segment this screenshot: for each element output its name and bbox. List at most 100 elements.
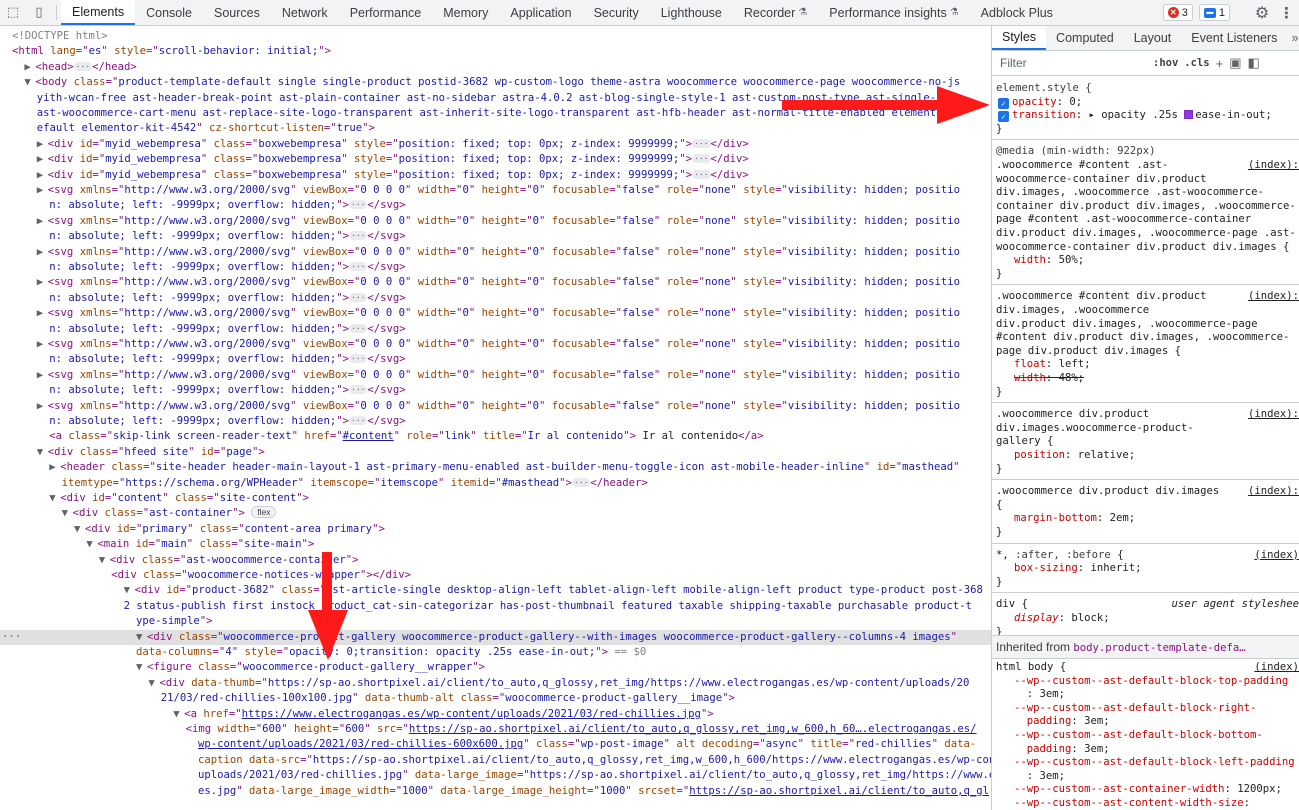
dom-node-line[interactable]: itemtype="https://schema.org/WPHeader" i… xyxy=(0,476,991,491)
css-declaration[interactable]: width: 50%; xyxy=(996,254,1299,267)
paint-brush-icon[interactable]: ▣ xyxy=(1226,55,1244,71)
dom-node-line[interactable]: ▶ <svg xmlns="http://www.w3.org/2000/svg"… xyxy=(0,214,991,229)
node-actions-dots[interactable]: ··· xyxy=(2,630,21,645)
toggle-sidebar-icon[interactable]: ◧ xyxy=(1244,55,1262,71)
css-declaration[interactable]: --wp--custom--ast-default-block-left-pad… xyxy=(996,756,1299,769)
more-tabs-chevron-icon[interactable]: » xyxy=(1287,26,1299,50)
tab-performance[interactable]: Performance xyxy=(339,0,433,25)
expand-triangle-icon[interactable]: ▶ xyxy=(37,168,48,183)
collapsed-ellipsis[interactable]: ··· xyxy=(73,61,93,71)
dom-node-line[interactable]: ▼ <div id="product-3682" class="ast-artic… xyxy=(0,583,991,598)
collapsed-ellipsis[interactable]: ··· xyxy=(348,416,368,425)
expand-triangle-icon[interactable]: ▼ xyxy=(24,75,35,90)
expand-triangle-icon[interactable]: ▼ xyxy=(173,707,184,722)
settings-gear-icon[interactable]: ⚙ xyxy=(1251,3,1273,22)
expand-triangle-icon[interactable]: ▶ xyxy=(37,306,48,321)
source-link[interactable]: (index) xyxy=(1252,661,1299,674)
source-link[interactable]: (index): xyxy=(1245,408,1299,422)
messages-badge[interactable]: ▬ 1 xyxy=(1198,4,1230,21)
collapsed-ellipsis[interactable]: ··· xyxy=(348,200,368,210)
dom-node-line[interactable]: n: absolute; left: -9999px; overflow: hi… xyxy=(0,352,991,367)
dom-node-line[interactable]: <a class="skip-link screen-reader-text" … xyxy=(0,429,991,444)
css-declaration[interactable]: --wp--custom--ast-default-block-top-padd… xyxy=(996,675,1299,688)
tab-memory[interactable]: Memory xyxy=(432,0,499,25)
collapsed-ellipsis[interactable]: ··· xyxy=(348,323,368,333)
css-declaration[interactable]: --wp--custom--ast-container-width: 1200p… xyxy=(996,783,1299,796)
dom-node-line[interactable]: <img width="600" height="600" src="https… xyxy=(0,722,991,737)
expand-triangle-icon[interactable]: ▶ xyxy=(37,337,48,352)
dom-node-line[interactable]: ▶ <head> ··· </head> xyxy=(0,60,991,75)
expand-triangle-icon[interactable]: ▶ xyxy=(37,245,48,260)
dom-node-line[interactable]: ▶ <div id="myid_webempresa" class="boxweb… xyxy=(0,137,991,152)
dom-node-line[interactable]: ▼ <main id="main" class="site-main"> xyxy=(0,537,991,552)
dom-node-line[interactable]: n: absolute; left: -9999px; overflow: hi… xyxy=(0,414,991,429)
dom-node-line[interactable]: ▶ <svg xmlns="http://www.w3.org/2000/svg"… xyxy=(0,183,991,198)
source-link[interactable]: (index): xyxy=(1245,485,1299,499)
expand-triangle-icon[interactable]: ▼ xyxy=(49,491,60,506)
dom-node-line[interactable]: <div class="woocommerce-notices-wrapper"… xyxy=(0,568,991,583)
css-declaration[interactable]: : 3em; xyxy=(996,688,1299,701)
dom-node-line[interactable]: ▼ <div class="hfeed site" id="page"> xyxy=(0,445,991,460)
dom-node-line[interactable]: <html lang="es" style="scroll-behavior: … xyxy=(0,44,991,59)
expand-triangle-icon[interactable]: ▼ xyxy=(136,630,147,645)
css-declaration[interactable]: display: block; xyxy=(996,612,1299,625)
dom-node-line[interactable]: n: absolute; left: -9999px; overflow: hi… xyxy=(0,322,991,337)
flex-badge[interactable]: flex xyxy=(251,506,277,519)
declaration-checkbox[interactable]: ✓ xyxy=(998,97,1009,109)
expand-triangle-icon[interactable]: ▶ xyxy=(37,275,48,290)
expand-triangle-icon[interactable]: ▼ xyxy=(86,537,97,552)
expand-triangle-icon[interactable]: ▶ xyxy=(37,137,48,152)
expand-triangle-icon[interactable]: ▶ xyxy=(37,399,48,414)
css-declaration[interactable]: padding: 3em; xyxy=(996,743,1299,756)
dom-node-line[interactable]: caption data-src="https://sp-ao.shortpix… xyxy=(0,753,991,768)
dom-node-line[interactable]: ▼ <div data-thumb="https://sp-ao.shortpix… xyxy=(0,676,991,691)
expand-triangle-icon[interactable]: ▶ xyxy=(37,183,48,198)
expand-triangle-icon[interactable]: ▼ xyxy=(74,522,85,537)
dom-node-line[interactable]: ▶ <header class="site-header header-main-… xyxy=(0,460,991,475)
dom-node-selected[interactable]: ··· ▼ <div class="woocommerce-product-gall… xyxy=(0,629,991,645)
dom-node-line[interactable]: ype-simple"> xyxy=(0,614,991,629)
new-rule-plus-icon[interactable]: + xyxy=(1213,56,1227,71)
collapsed-ellipsis[interactable]: ··· xyxy=(571,477,591,487)
expand-triangle-icon[interactable]: ▼ xyxy=(62,506,73,521)
dom-node-line[interactable]: <!DOCTYPE html> xyxy=(0,29,991,44)
dom-node-line[interactable]: es.jpg" data-large_image_width="1000" da… xyxy=(0,784,991,799)
sidebar-tab-event-listeners[interactable]: Event Listeners xyxy=(1181,26,1287,50)
css-declaration[interactable]: --wp--custom--ast-default-block-bottom- xyxy=(996,729,1299,742)
dom-node-line[interactable]: 21/03/red-chillies-100x100.jpg" data-thu… xyxy=(0,691,991,706)
dom-node-line[interactable]: n: absolute; left: -9999px; overflow: hi… xyxy=(0,383,991,398)
dom-node-line[interactable]: ▼ <div id="content" class="site-content"> xyxy=(0,491,991,506)
tab-elements[interactable]: Elements xyxy=(61,0,136,25)
styles-filter-input[interactable] xyxy=(1000,56,1150,70)
dom-node-line[interactable]: ▶ <svg xmlns="http://www.w3.org/2000/svg"… xyxy=(0,399,991,414)
dom-node-line[interactable]: ▼ <a href="https://www.electrogangas.es/w… xyxy=(0,707,991,722)
css-declaration[interactable]: ✓ transition: ▸ opacity .25s ease-in-out; xyxy=(996,109,1299,123)
tab-performance-insights[interactable]: Performance insights ⚗ xyxy=(818,0,969,25)
dom-node-line[interactable]: 2 status-publish first instock product_c… xyxy=(0,599,991,614)
more-options-icon[interactable]: ⋮ xyxy=(1279,4,1294,22)
dom-node-line[interactable]: n: absolute; left: -9999px; overflow: hi… xyxy=(0,260,991,275)
easing-swatch-icon[interactable] xyxy=(1184,110,1194,120)
errors-badge[interactable]: ✕ 3 xyxy=(1162,4,1193,21)
dom-node-line[interactable]: ▶ <div id="myid_webempresa" class="boxweb… xyxy=(0,152,991,167)
css-declaration[interactable]: ✓ opacity: 0; xyxy=(996,96,1299,109)
source-link[interactable]: (index) xyxy=(1252,548,1299,562)
attr-link[interactable]: wp-content/uploads/2021/03/red-chillies-… xyxy=(198,738,523,750)
tab-application[interactable]: Application xyxy=(499,0,582,25)
attr-link[interactable]: https://sp-ao.shortpixel.ai/client/to_au… xyxy=(689,785,989,797)
dom-node-line[interactable]: n: absolute; left: -9999px; overflow: hi… xyxy=(0,291,991,306)
css-declaration[interactable]: margin-bottom: 2em; xyxy=(996,512,1299,525)
attr-link[interactable]: https://www.electrogangas.es/wp-content/… xyxy=(242,708,701,720)
css-declaration[interactable]: width: 48%; xyxy=(996,372,1299,385)
dom-node-line[interactable]: ▼ <figure class="woocommerce-product-gall… xyxy=(0,660,991,675)
expand-triangle-icon[interactable]: ▼ xyxy=(124,583,135,598)
declaration-checkbox[interactable]: ✓ xyxy=(998,111,1009,123)
css-declaration[interactable]: padding: 3em; xyxy=(996,715,1299,728)
expand-triangle-icon[interactable]: ▶ xyxy=(37,152,48,167)
tab-network[interactable]: Network xyxy=(271,0,339,25)
dom-node-line[interactable]: wp-content/uploads/2021/03/red-chillies-… xyxy=(0,737,991,752)
attr-link[interactable]: https://sp-ao.shortpixel.ai/client/to_au… xyxy=(409,723,977,735)
dom-node-line[interactable]: ▶ <svg xmlns="http://www.w3.org/2000/svg"… xyxy=(0,368,991,383)
expand-triangle-icon[interactable]: ▶ xyxy=(37,368,48,383)
css-declaration[interactable]: position: relative; xyxy=(996,449,1299,462)
